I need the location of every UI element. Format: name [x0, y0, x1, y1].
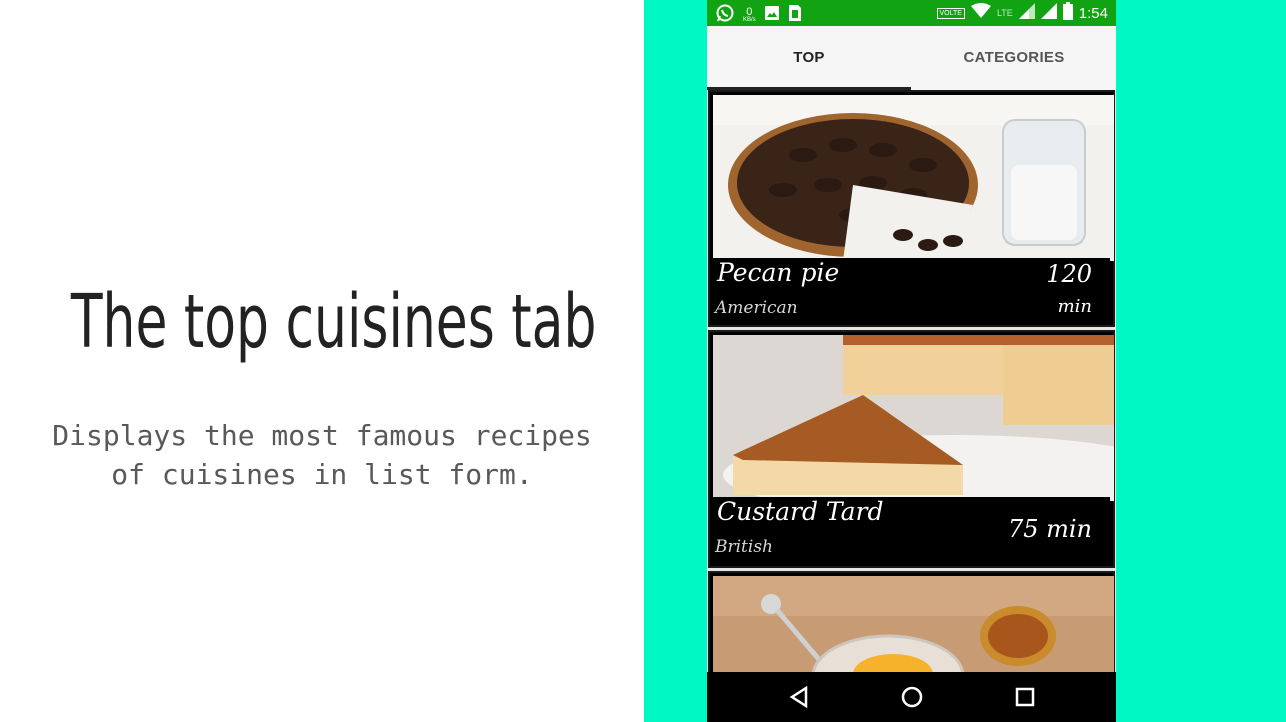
whatsapp-icon [715, 3, 735, 27]
slide-description: Displays the most famous recipes of cuis… [52, 419, 592, 491]
status-bar-system: VOLTE LTE 1:54 [936, 0, 1108, 26]
battery-icon [1062, 2, 1073, 24]
recipe-caption: Pecan pie American 120 min [713, 258, 1110, 322]
volte-badge: VOLTE [936, 7, 965, 19]
phone-screen: 0 KB/s VOLTE LTE 1:54 TOP CATEGORIES Pec… [707, 0, 1116, 722]
slide-title: The top cuisines tab [70, 279, 597, 365]
recipe-list[interactable]: Pecan pie American 120 min Custard Tard [707, 90, 1116, 672]
sim-card-icon [788, 4, 802, 26]
recipe-image-dessert [713, 576, 1114, 672]
home-icon[interactable] [899, 684, 925, 710]
recipe-image-custard-tart [713, 335, 1114, 501]
recipe-cuisine: American [715, 298, 798, 318]
recents-icon[interactable] [1012, 684, 1038, 710]
recipe-time-unit: min [1057, 296, 1092, 317]
recipe-card[interactable]: Pecan pie American 120 min [708, 90, 1115, 327]
recipe-cuisine: British [715, 537, 773, 557]
recipe-name: Pecan pie [717, 258, 840, 287]
tab-top[interactable]: TOP [707, 26, 911, 90]
data-rate-unit: KB/s [743, 16, 756, 23]
recipe-time: 120 [1046, 260, 1092, 288]
lte-label: LTE [996, 8, 1013, 18]
navigation-bar [707, 672, 1116, 722]
status-time: 1:54 [1078, 4, 1108, 22]
tab-categories[interactable]: CATEGORIES [912, 26, 1116, 90]
recipe-card[interactable] [708, 571, 1115, 672]
status-bar-notifications: 0 KB/s [715, 3, 802, 27]
data-rate-indicator: 0 KB/s [743, 5, 756, 24]
recipe-image-pecan-pie [713, 95, 1114, 261]
slide-text-panel: The top cuisines tab Displays the most f… [0, 0, 644, 722]
signal-icon-1 [1018, 3, 1035, 23]
recipe-name: Custard Tard [717, 497, 884, 526]
gallery-icon [764, 5, 780, 25]
recipe-card[interactable]: Custard Tard British 75 min [708, 330, 1115, 568]
signal-icon-2 [1040, 3, 1057, 23]
data-rate-value: 0 [746, 5, 753, 18]
back-icon[interactable] [786, 684, 812, 710]
recipe-time: 75 min [1007, 515, 1092, 543]
tab-bar: TOP CATEGORIES [707, 26, 1116, 90]
wifi-icon [970, 3, 991, 23]
recipe-caption: Custard Tard British 75 min [713, 497, 1110, 563]
status-bar: 0 KB/s VOLTE LTE 1:54 [707, 0, 1116, 26]
